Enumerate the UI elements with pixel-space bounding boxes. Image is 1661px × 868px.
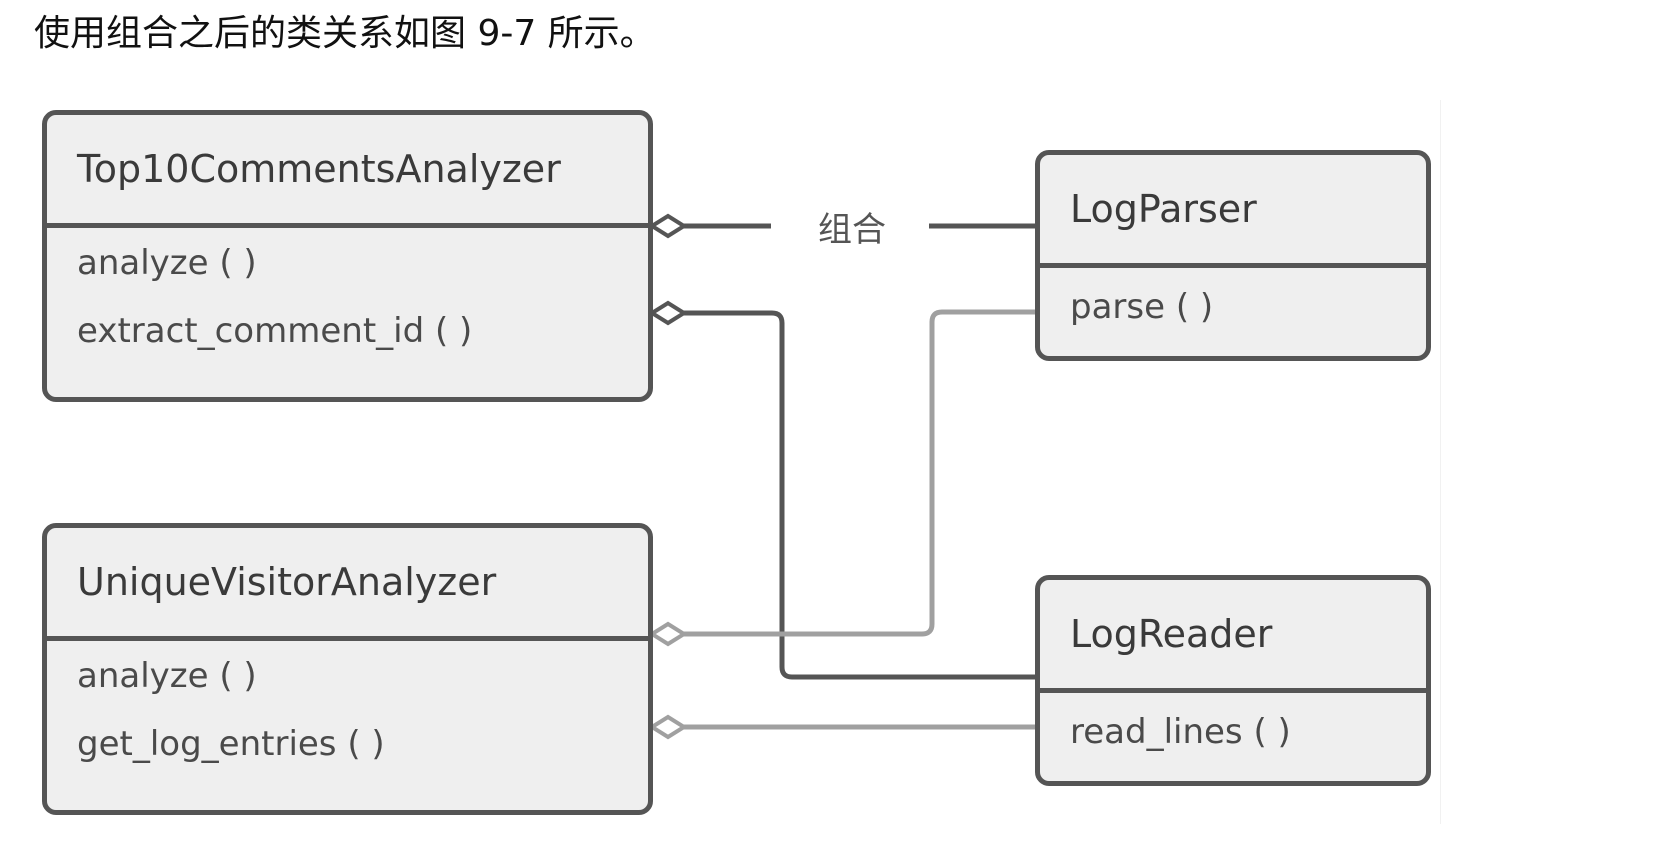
composition-diamond-top10-logparser <box>648 213 688 239</box>
composition-diamond-unique-logreader <box>648 714 688 740</box>
method-get-log-entries: get_log_entries ( ) <box>77 724 385 764</box>
method-extract-comment-id: extract_comment_id ( ) <box>77 311 473 351</box>
composition-diamond-unique-logparser <box>648 621 688 647</box>
relation-label: 组合 <box>812 202 892 251</box>
class-methods: parse ( ) <box>1040 268 1426 324</box>
relation-line-top10-logreader <box>649 310 1038 680</box>
class-methods: read_lines ( ) <box>1040 693 1426 749</box>
class-box-top10commentsanalyzer: Top10CommentsAnalyzer analyze ( ) extrac… <box>42 110 653 402</box>
method-parse: parse ( ) <box>1070 287 1214 327</box>
composition-diamond-top10-logreader <box>648 300 688 326</box>
relation-line-unique-logparser <box>649 309 1038 637</box>
class-name: UniqueVisitorAnalyzer <box>47 528 648 641</box>
class-methods: analyze ( ) extract_comment_id ( ) <box>47 228 648 348</box>
class-name: Top10CommentsAnalyzer <box>47 115 648 228</box>
class-methods: analyze ( ) get_log_entries ( ) <box>47 641 648 761</box>
class-name: LogReader <box>1040 580 1426 693</box>
method-analyze: analyze ( ) <box>77 656 257 696</box>
class-box-logparser: LogParser parse ( ) <box>1035 150 1431 361</box>
class-name: LogParser <box>1040 155 1426 268</box>
method-analyze: analyze ( ) <box>77 243 257 283</box>
class-box-logreader: LogReader read_lines ( ) <box>1035 575 1431 786</box>
method-read-lines: read_lines ( ) <box>1070 712 1291 752</box>
class-box-uniquevisitoranalyzer: UniqueVisitorAnalyzer analyze ( ) get_lo… <box>42 523 653 815</box>
